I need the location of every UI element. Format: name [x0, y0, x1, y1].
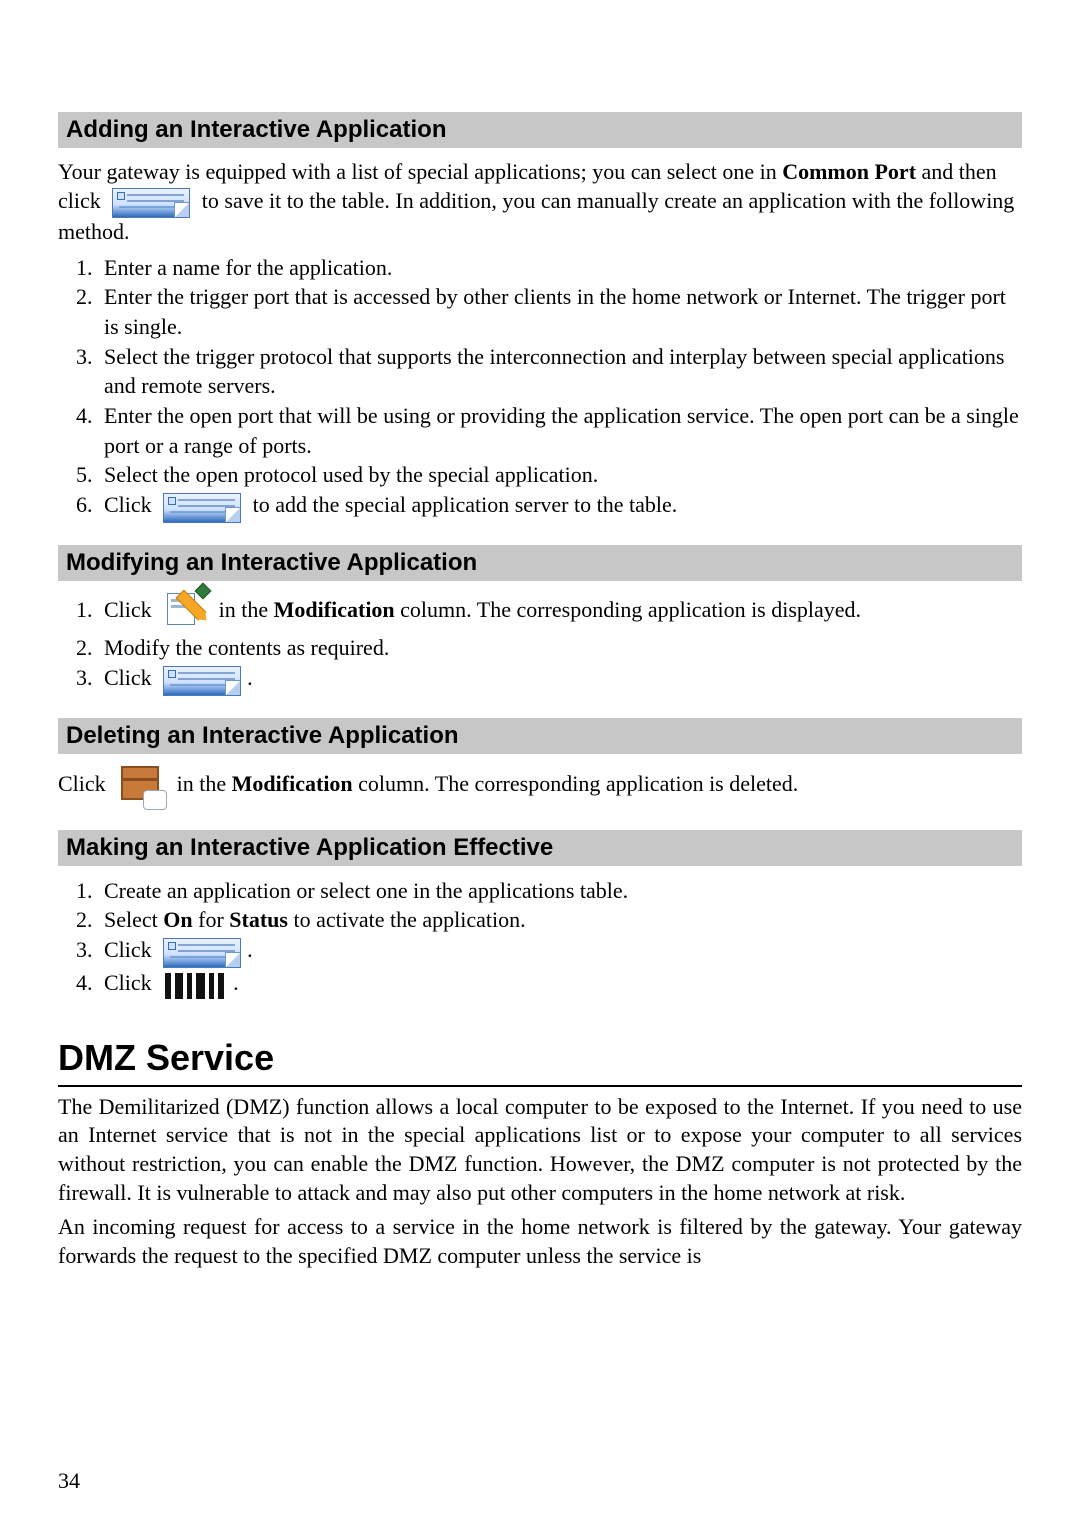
list-item: Click . — [98, 968, 1022, 1001]
section-heading-effective: Making an Interactive Application Effect… — [58, 830, 1022, 866]
text: Click — [104, 937, 157, 962]
apply-button-chip[interactable] — [163, 936, 241, 968]
text: . — [233, 970, 239, 995]
adding-intro: Your gateway is equipped with a list of … — [58, 158, 1022, 247]
document-page: Adding an Interactive Application Your g… — [0, 0, 1080, 1540]
page-number: 34 — [58, 1468, 80, 1494]
list-item: Enter the open port that will be using o… — [98, 401, 1022, 460]
dmz-paragraph-1: The Demilitarized (DMZ) function allows … — [58, 1093, 1022, 1207]
list-item: Enter a name for the application. — [98, 253, 1022, 283]
ui-button-icon — [112, 188, 190, 218]
text: to activate the application. — [288, 907, 526, 932]
deleting-line: Click in the Modification column. The co… — [58, 764, 1022, 808]
text-bold: Common Port — [782, 159, 916, 184]
list-item: Click in the Modification column. The co… — [98, 591, 1022, 633]
delete-icon[interactable] — [117, 764, 165, 808]
edit-icon[interactable] — [163, 591, 207, 633]
text: Create an application or select one in t… — [104, 878, 628, 903]
adding-steps: Enter a name for the application. Enter … — [58, 253, 1022, 523]
text: in the — [171, 771, 232, 796]
list-item: Select the trigger protocol that support… — [98, 342, 1022, 401]
modifying-steps: Click in the Modification column. The co… — [58, 591, 1022, 696]
barcode-button[interactable] — [163, 969, 227, 1001]
list-item: Click to add the special application ser… — [98, 490, 1022, 523]
text: Click — [104, 665, 157, 690]
dmz-paragraph-2: An incoming request for access to a serv… — [58, 1213, 1022, 1270]
text: to add the special application server to… — [247, 492, 677, 517]
text-bold: Modification — [274, 597, 395, 622]
list-item: Click . — [98, 663, 1022, 696]
text: Enter the trigger port that is accessed … — [104, 284, 1006, 339]
apply-button-chip[interactable] — [163, 664, 241, 696]
text-bold: Status — [229, 907, 288, 932]
text: column. The corresponding application is… — [395, 597, 861, 622]
text: Select the open protocol used by the spe… — [104, 462, 598, 487]
text-bold: On — [163, 907, 192, 932]
text: . — [247, 665, 253, 690]
text: column. The corresponding application is… — [353, 771, 799, 796]
text: to save it to the table. In addition, yo… — [58, 188, 1014, 244]
section-heading-adding: Adding an Interactive Application — [58, 112, 1022, 148]
page-title-dmz: DMZ Service — [58, 1037, 1022, 1087]
effective-steps: Create an application or select one in t… — [58, 876, 1022, 1001]
text: Click — [104, 597, 157, 622]
text: for — [193, 907, 230, 932]
text: Modify the contents as required. — [104, 635, 389, 660]
trash-icon — [117, 764, 165, 808]
text: Click — [104, 970, 157, 995]
ui-button-icon — [163, 493, 241, 523]
text: Click — [104, 492, 157, 517]
text: Select the trigger protocol that support… — [104, 344, 1005, 399]
ui-button-icon — [163, 938, 241, 968]
list-item: Select the open protocol used by the spe… — [98, 460, 1022, 490]
list-item: Enter the trigger port that is accessed … — [98, 282, 1022, 341]
list-item: Select On for Status to activate the app… — [98, 905, 1022, 935]
list-item: Modify the contents as required. — [98, 633, 1022, 663]
text: Select — [104, 907, 163, 932]
text-bold: Modification — [232, 771, 353, 796]
pencil-icon — [163, 591, 207, 633]
save-button-chip[interactable] — [112, 187, 190, 218]
text: . — [247, 937, 253, 962]
add-button-chip[interactable] — [163, 491, 241, 523]
ui-button-icon — [163, 666, 241, 696]
barcode-icon — [163, 971, 227, 1001]
text: in the — [213, 597, 274, 622]
section-heading-deleting: Deleting an Interactive Application — [58, 718, 1022, 754]
list-item: Create an application or select one in t… — [98, 876, 1022, 906]
text: Your gateway is equipped with a list of … — [58, 159, 782, 184]
text: Enter the open port that will be using o… — [104, 403, 1019, 458]
section-heading-modifying: Modifying an Interactive Application — [58, 545, 1022, 581]
text: Enter a name for the application. — [104, 255, 392, 280]
list-item: Click . — [98, 935, 1022, 968]
text: Click — [58, 771, 111, 796]
